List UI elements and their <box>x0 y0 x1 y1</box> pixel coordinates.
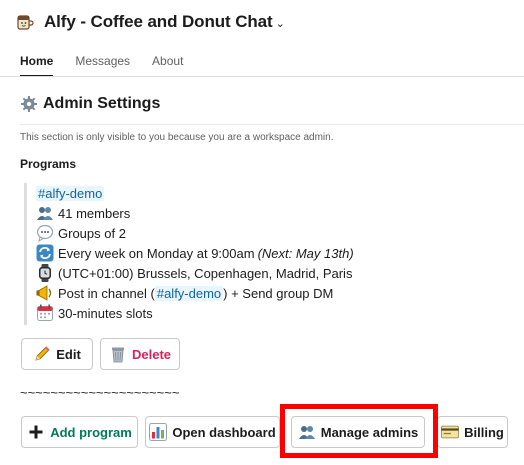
section-divider <box>20 124 524 125</box>
coffee-cup-icon <box>16 13 34 31</box>
tab-messages[interactable]: Messages <box>75 54 130 77</box>
tab-about[interactable]: About <box>152 54 183 77</box>
highlight-box <box>280 404 438 458</box>
admin-settings-heading: Admin Settings <box>20 95 160 113</box>
program-post-line: Post in channel ( #alfy-demo ) + Send gr… <box>36 283 354 303</box>
app-title[interactable]: Alfy - Coffee and Donut Chat <box>44 12 273 32</box>
pencil-icon <box>33 345 51 363</box>
open-dashboard-button[interactable]: Open dashboard <box>145 416 280 448</box>
chevron-down-icon[interactable]: ⌄ <box>276 17 285 30</box>
program-slots: 30-minutes slots <box>58 305 153 321</box>
edit-button[interactable]: Edit <box>21 338 93 370</box>
billing-label: Billing <box>464 424 504 440</box>
add-program-button[interactable]: Add program <box>21 416 138 448</box>
program-timezone-line: (UTC+01:00) Brussels, Copenhagen, Madrid… <box>36 263 354 283</box>
program-slots-line: 30-minutes slots <box>36 303 354 323</box>
program-members-line: 41 members <box>36 203 354 223</box>
program-schedule: Every week on Monday at 9:00am <box>58 245 255 261</box>
delete-button-label: Delete <box>131 346 172 362</box>
admin-settings-title: Admin Settings <box>43 95 161 112</box>
edit-button-label: Edit <box>56 346 81 362</box>
people-icon <box>36 204 54 222</box>
bar-chart-icon <box>149 423 168 441</box>
tab-home[interactable]: Home <box>20 54 54 77</box>
trash-can-icon <box>109 345 127 363</box>
gear-icon <box>20 95 38 113</box>
app-header[interactable]: Alfy - Coffee and Donut Chat ⌄ <box>16 10 285 34</box>
delete-button[interactable]: Delete <box>100 338 180 370</box>
open-dashboard-label: Open dashboard <box>172 424 276 440</box>
program-members: 41 members <box>58 205 131 221</box>
tab-divider <box>0 76 524 77</box>
program-post-prefix: Post in channel ( <box>58 285 155 301</box>
calendar-icon <box>36 304 54 322</box>
plus-icon <box>27 423 45 441</box>
program-channel-link[interactable]: #alfy-demo <box>36 185 105 201</box>
admin-visibility-notice: This section is only visible to you beca… <box>20 132 334 143</box>
tab-bar: Home Messages About <box>20 54 183 77</box>
tilde-divider: ~~~~~~~~~~~~~~~~~~~~~ <box>20 385 180 400</box>
program-details: #alfy-demo 41 members Groups of 2 Every … <box>24 183 354 325</box>
watch-icon <box>36 264 54 282</box>
megaphone-icon <box>36 284 54 302</box>
program-schedule-line: Every week on Monday at 9:00am (Next: Ma… <box>36 243 354 263</box>
program-timezone: (UTC+01:00) Brussels, Copenhagen, Madrid… <box>58 265 353 281</box>
program-post-suffix: ) + Send group DM <box>223 285 334 301</box>
program-next-date: (Next: May 13th) <box>257 245 354 261</box>
program-groups-line: Groups of 2 <box>36 223 354 243</box>
credit-card-icon <box>441 423 460 441</box>
program-groups: Groups of 2 <box>58 225 126 241</box>
speech-bubble-icon <box>36 224 54 242</box>
program-channel-line: #alfy-demo <box>36 183 354 203</box>
add-program-label: Add program <box>50 424 132 440</box>
billing-button[interactable]: Billing <box>437 416 508 448</box>
repeat-icon <box>36 244 54 262</box>
programs-heading: Programs <box>20 157 77 171</box>
program-post-channel-link[interactable]: #alfy-demo <box>154 285 224 301</box>
